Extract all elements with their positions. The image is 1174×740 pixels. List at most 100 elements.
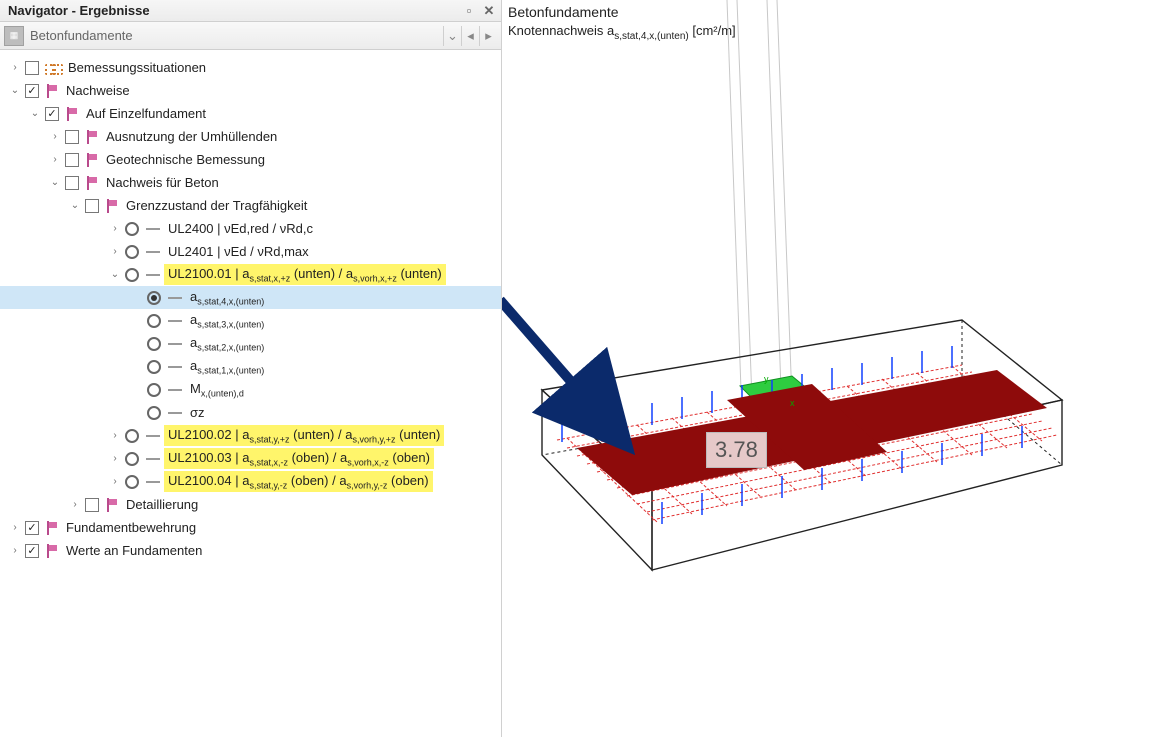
- tree-label: UL2100.01 | as,stat,x,+z (unten) / as,vo…: [164, 264, 446, 286]
- chevron-right-icon[interactable]: ›: [8, 522, 22, 533]
- tree-label: UL2100.04 | as,stat,y,-z (oben) / as,vor…: [164, 471, 433, 493]
- tree-row-as1[interactable]: as,stat,1,x,(unten): [0, 355, 501, 378]
- results-tree: › Bemessungssituationen ⌄ ✓ Nachweise ⌄ …: [0, 50, 501, 737]
- radio[interactable]: [125, 268, 139, 282]
- checkbox[interactable]: [25, 61, 39, 75]
- radio[interactable]: [147, 406, 161, 420]
- dash-icon: [168, 343, 182, 345]
- combo-icon: ▦: [4, 26, 24, 46]
- chevron-down-icon[interactable]: ⌄: [28, 108, 42, 119]
- panel-title: Navigator - Ergebnisse: [8, 3, 150, 18]
- nav-prev-icon[interactable]: ◂: [461, 26, 479, 46]
- tree-row-fundbewehrung[interactable]: › ✓ Fundamentbewehrung: [0, 516, 501, 539]
- chevron-right-icon[interactable]: ›: [8, 545, 22, 556]
- tree-label: Fundamentbewehrung: [62, 520, 200, 535]
- tree-row-as3[interactable]: as,stat,3,x,(unten): [0, 309, 501, 332]
- tree-row-sigz[interactable]: σz: [0, 401, 501, 424]
- chevron-down-icon[interactable]: ⌄: [8, 85, 22, 96]
- panel-dock-icon[interactable]: ▫: [461, 3, 477, 19]
- chevron-right-icon[interactable]: ›: [48, 154, 62, 165]
- tree-label: UL2100.03 | as,stat,x,-z (oben) / as,vor…: [164, 448, 434, 470]
- checkbox[interactable]: ✓: [25, 521, 39, 535]
- radio[interactable]: [125, 429, 139, 443]
- chevron-down-icon[interactable]: ⌄: [108, 269, 122, 280]
- tree-row-as2[interactable]: as,stat,2,x,(unten): [0, 332, 501, 355]
- tree-row-ausnutzung[interactable]: › Ausnutzung der Umhüllenden: [0, 125, 501, 148]
- tree-row-mx[interactable]: Mx,(unten),d: [0, 378, 501, 401]
- checkbox[interactable]: ✓: [25, 84, 39, 98]
- tree-row-werte[interactable]: › ✓ Werte an Fundamenten: [0, 539, 501, 562]
- tree-row-einzel[interactable]: ⌄ ✓ Auf Einzelfundament: [0, 102, 501, 125]
- tree-row-geotechnik[interactable]: › Geotechnische Bemessung: [0, 148, 501, 171]
- tree-row-ul2401[interactable]: › UL2401 | νEd / νRd,max: [0, 240, 501, 263]
- tree-row-ul2100-01[interactable]: ⌄ UL2100.01 | as,stat,x,+z (unten) / as,…: [0, 263, 501, 286]
- chevron-right-icon[interactable]: ›: [48, 131, 62, 142]
- dash-icon: [168, 412, 182, 414]
- tree-row-grenzzustand[interactable]: ⌄ Grenzzustand der Tragfähigkeit: [0, 194, 501, 217]
- dash-icon: [168, 320, 182, 322]
- tree-row-ul2100-04[interactable]: › UL2100.04 | as,stat,y,-z (oben) / as,v…: [0, 470, 501, 493]
- radio[interactable]: [125, 222, 139, 236]
- tree-row-nachweis-beton[interactable]: ⌄ Nachweis für Beton: [0, 171, 501, 194]
- radio[interactable]: [147, 314, 161, 328]
- tree-label: as,stat,4,x,(unten): [186, 289, 268, 307]
- radio[interactable]: [147, 291, 161, 305]
- result-value-label: 3.78: [706, 432, 767, 468]
- flag-icon: [105, 498, 119, 512]
- tree-row-ul2100-03[interactable]: › UL2100.03 | as,stat,x,-z (oben) / as,v…: [0, 447, 501, 470]
- chevron-right-icon[interactable]: ›: [108, 223, 122, 234]
- tree-row-detail[interactable]: › Detaillierung: [0, 493, 501, 516]
- tree-label: Geotechnische Bemessung: [102, 152, 269, 167]
- viewport-3d[interactable]: Betonfundamente Knotennachweis as,stat,4…: [502, 0, 1174, 737]
- tree-row-nachweise[interactable]: ⌄ ✓ Nachweise: [0, 79, 501, 102]
- tree-label: as,stat,1,x,(unten): [186, 358, 268, 376]
- tree-row-bemessung[interactable]: › Bemessungssituationen: [0, 56, 501, 79]
- link-icon: [45, 61, 61, 75]
- combo-dropdown-icon[interactable]: ⌄: [443, 26, 461, 46]
- chevron-down-icon[interactable]: ⌄: [48, 177, 62, 188]
- axis-x-label: x: [790, 398, 795, 408]
- checkbox[interactable]: [85, 498, 99, 512]
- radio[interactable]: [125, 452, 139, 466]
- chevron-right-icon[interactable]: ›: [68, 499, 82, 510]
- tree-label: Bemessungssituationen: [64, 60, 210, 75]
- tree-row-as4[interactable]: as,stat,4,x,(unten): [0, 286, 501, 309]
- combo-label[interactable]: Betonfundamente: [30, 28, 443, 43]
- tree-label: Ausnutzung der Umhüllenden: [102, 129, 281, 144]
- chevron-right-icon[interactable]: ›: [108, 476, 122, 487]
- panel-close-icon[interactable]: ✕: [481, 3, 497, 19]
- radio[interactable]: [125, 475, 139, 489]
- radio[interactable]: [147, 360, 161, 374]
- flag-icon: [85, 130, 99, 144]
- checkbox[interactable]: [65, 153, 79, 167]
- checkbox[interactable]: ✓: [45, 107, 59, 121]
- tree-row-ul2100-02[interactable]: › UL2100.02 | as,stat,y,+z (unten) / as,…: [0, 424, 501, 447]
- checkbox[interactable]: ✓: [25, 544, 39, 558]
- chevron-right-icon[interactable]: ›: [8, 62, 22, 73]
- chevron-right-icon[interactable]: ›: [108, 430, 122, 441]
- flag-icon: [85, 153, 99, 167]
- dash-icon: [146, 228, 160, 230]
- radio[interactable]: [147, 337, 161, 351]
- dash-icon: [168, 297, 182, 299]
- checkbox[interactable]: [65, 130, 79, 144]
- dash-icon: [146, 458, 160, 460]
- nav-next-icon[interactable]: ▸: [479, 26, 497, 46]
- checkbox[interactable]: [85, 199, 99, 213]
- axis-y-label: y: [764, 374, 769, 384]
- checkbox[interactable]: [65, 176, 79, 190]
- radio[interactable]: [125, 245, 139, 259]
- tree-label: UL2401 | νEd / νRd,max: [164, 244, 313, 259]
- chevron-down-icon[interactable]: ⌄: [68, 200, 82, 211]
- chevron-right-icon[interactable]: ›: [108, 246, 122, 257]
- chevron-right-icon[interactable]: ›: [108, 453, 122, 464]
- tree-label: Mx,(unten),d: [186, 381, 248, 399]
- tree-label: Nachweis für Beton: [102, 175, 223, 190]
- tree-row-ul2400[interactable]: › UL2400 | νEd,red / νRd,c: [0, 217, 501, 240]
- tree-label: UL2400 | νEd,red / νRd,c: [164, 221, 317, 236]
- flag-icon: [65, 107, 79, 121]
- tree-label: Werte an Fundamenten: [62, 543, 206, 558]
- radio[interactable]: [147, 383, 161, 397]
- flag-icon: [45, 544, 59, 558]
- tree-label: Grenzzustand der Tragfähigkeit: [122, 198, 311, 213]
